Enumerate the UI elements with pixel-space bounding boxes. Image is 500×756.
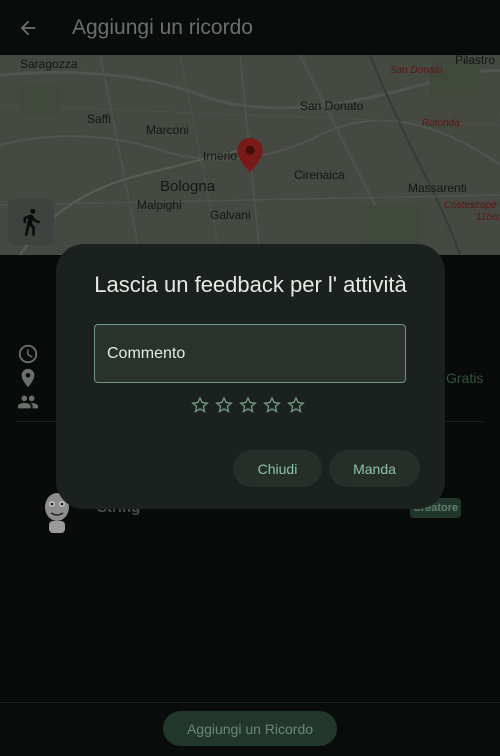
star-icon[interactable] — [190, 394, 210, 416]
comment-field[interactable]: Commento — [94, 324, 406, 383]
dialog-title: Lascia un feedback per l' attività — [94, 272, 407, 297]
star-icon[interactable] — [262, 394, 282, 416]
star-icon[interactable] — [238, 394, 258, 416]
feedback-dialog: Lascia un feedback per l' attività Comme… — [56, 244, 445, 509]
close-button[interactable]: Chiudi — [233, 450, 322, 487]
send-button[interactable]: Manda — [329, 450, 420, 487]
rating-stars — [190, 394, 306, 416]
comment-label: Commento — [107, 345, 186, 362]
star-icon[interactable] — [214, 394, 234, 416]
star-icon[interactable] — [286, 394, 306, 416]
